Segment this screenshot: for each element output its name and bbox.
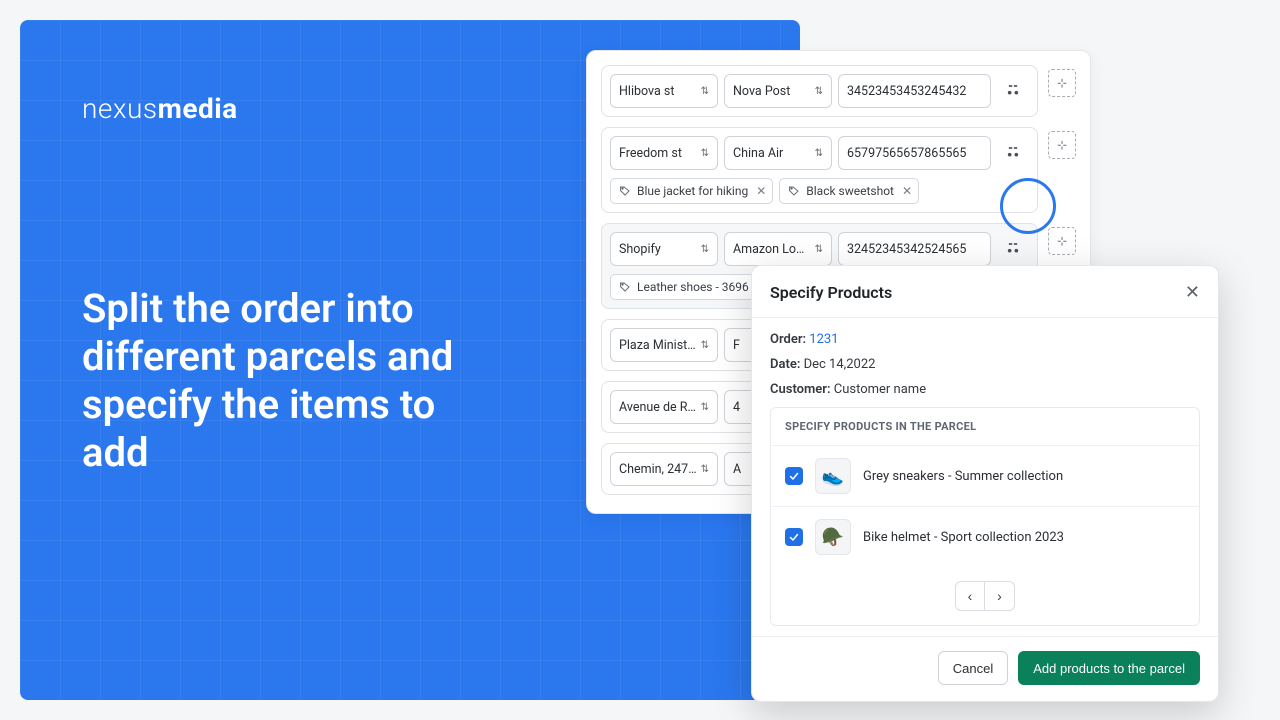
parcel-row: Hlibova st⇅Nova Post⇅34523453453245432 ⊹ xyxy=(601,65,1076,117)
split-icon[interactable] xyxy=(999,232,1027,266)
order-link[interactable]: 1231 xyxy=(809,332,838,347)
headline-text: Split the order into different parcels a… xyxy=(82,285,502,477)
close-icon[interactable]: ✕ xyxy=(1185,282,1200,303)
product-name: Bike helmet - Sport collection 2023 xyxy=(863,530,1064,545)
product-checkbox[interactable] xyxy=(785,528,803,546)
date-meta: Date: Dec 14,2022 xyxy=(770,357,1200,372)
product-name: Grey sneakers - Summer collection xyxy=(863,469,1063,484)
product-thumbnail: 👟 xyxy=(815,458,851,494)
add-products-button[interactable]: Add products to the parcel xyxy=(1018,651,1200,685)
pager: ‹ › xyxy=(771,567,1199,625)
address-select[interactable]: Shopify⇅ xyxy=(610,232,718,266)
remove-tag-icon[interactable]: ✕ xyxy=(756,184,766,198)
address-select[interactable]: Freedom st⇅ xyxy=(610,136,718,170)
address-select[interactable]: Plaza Ministro⇅ xyxy=(610,328,718,362)
address-select[interactable]: Chemin, 24709⇅ xyxy=(610,452,718,486)
add-parcel-icon[interactable]: ⊹ xyxy=(1048,227,1076,255)
tracking-input[interactable]: 65797565657865565 xyxy=(838,136,991,170)
parcel-row: Freedom st⇅China Air⇅65797565657865565 Bl… xyxy=(601,127,1076,213)
product-thumbnail: 🪖 xyxy=(815,519,851,555)
brand-logo: nexusmedia xyxy=(82,92,238,125)
specify-products-modal: Specify Products ✕ Order: 1231 Date: Dec… xyxy=(751,265,1219,702)
carrier-select[interactable]: Amazon Logistics⇅ xyxy=(724,232,832,266)
add-parcel-icon[interactable]: ⊹ xyxy=(1048,131,1076,159)
cancel-button[interactable]: Cancel xyxy=(938,651,1008,685)
customer-meta: Customer: Customer name xyxy=(770,382,1200,397)
parcel-card: Hlibova st⇅Nova Post⇅34523453453245432 xyxy=(601,65,1038,117)
add-parcel-icon[interactable]: ⊹ xyxy=(1048,69,1076,97)
order-meta: Order: 1231 xyxy=(770,332,1200,347)
split-icon[interactable] xyxy=(999,136,1027,170)
remove-tag-icon[interactable]: ✕ xyxy=(902,184,912,198)
modal-title: Specify Products xyxy=(770,283,892,302)
parcel-card: Freedom st⇅China Air⇅65797565657865565 Bl… xyxy=(601,127,1038,213)
carrier-select[interactable]: Nova Post⇅ xyxy=(724,74,832,108)
product-row[interactable]: 👟 Grey sneakers - Summer collection xyxy=(771,445,1199,506)
section-heading: SPECIFY PRODUCTS IN THE PARCEL xyxy=(771,408,1199,445)
address-select[interactable]: Hlibova st⇅ xyxy=(610,74,718,108)
product-row[interactable]: 🪖 Bike helmet - Sport collection 2023 xyxy=(771,506,1199,567)
prev-page-button[interactable]: ‹ xyxy=(955,581,985,611)
product-tag[interactable]: Leather shoes - 3696✕ xyxy=(610,274,774,300)
product-tag[interactable]: Blue jacket for hiking✕ xyxy=(610,178,773,204)
split-icon[interactable] xyxy=(999,74,1027,108)
product-tag[interactable]: Black sweetshot✕ xyxy=(779,178,919,204)
carrier-select[interactable]: China Air⇅ xyxy=(724,136,832,170)
tracking-input[interactable]: 32452345342524565 xyxy=(838,232,991,266)
next-page-button[interactable]: › xyxy=(985,581,1015,611)
address-select[interactable]: Avenue de Rena..⇅ xyxy=(610,390,718,424)
brand-part1: nexus xyxy=(82,92,158,125)
tracking-input[interactable]: 34523453453245432 xyxy=(838,74,991,108)
product-checkbox[interactable] xyxy=(785,467,803,485)
brand-part2: media xyxy=(158,92,238,125)
